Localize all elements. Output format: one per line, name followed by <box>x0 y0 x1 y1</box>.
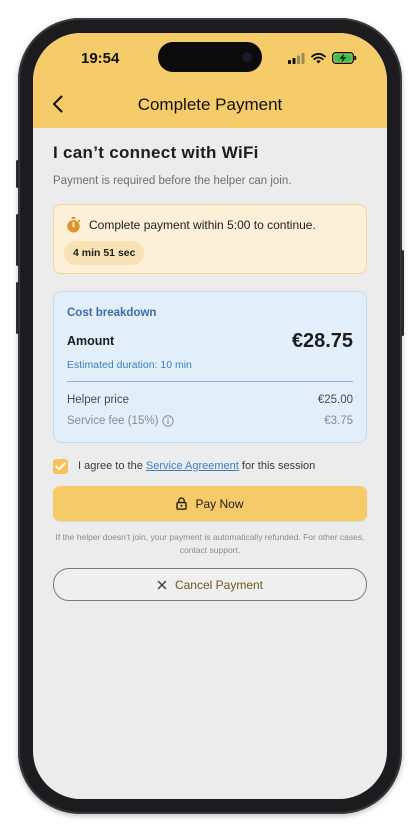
pay-now-button[interactable]: Pay Now <box>53 486 367 521</box>
wifi-icon <box>311 52 326 63</box>
helper-price-value: €25.00 <box>317 394 353 406</box>
status-time: 19:54 <box>81 50 120 67</box>
timer-card: Complete payment within 5:00 to continue… <box>53 204 367 274</box>
service-agreement-link[interactable]: Service Agreement <box>146 460 239 472</box>
service-fee-label: Service fee (15%) <box>67 415 159 427</box>
status-icons <box>288 52 357 64</box>
close-icon <box>157 580 167 589</box>
battery-charging-icon <box>332 52 357 64</box>
agreement-suffix: for this session <box>241 460 316 472</box>
estimated-duration: Estimated duration: 10 min <box>67 359 192 371</box>
agreement-prefix: I agree to the <box>78 460 143 472</box>
volume-down-button <box>16 282 19 334</box>
camera-icon <box>242 52 252 62</box>
amount-value: €28.75 <box>291 330 353 352</box>
app-screen: 19:54 Complete Payment I can’t connect w… <box>33 33 387 799</box>
page-title: Complete Payment <box>137 95 283 114</box>
header: 19:54 Complete Payment <box>33 33 387 128</box>
lock-icon <box>176 497 188 510</box>
power-button <box>401 250 404 336</box>
refund-note: If the helper doesn’t join, your payment… <box>55 532 365 555</box>
timer-row: Complete payment within 5:00 to continue… <box>66 217 316 233</box>
cost-breakdown-heading: Cost breakdown <box>67 307 157 319</box>
timer-message: Complete payment within 5:00 to continue… <box>89 218 316 232</box>
dynamic-island <box>158 42 262 72</box>
countdown-badge: 4 min 51 sec <box>64 241 145 265</box>
info-icon[interactable] <box>162 415 175 427</box>
agreement-row: I agree to the Service Agreement for thi… <box>53 456 367 476</box>
service-fee-row: Service fee (15%) <box>67 415 175 427</box>
cost-divider <box>67 381 353 382</box>
agreement-checkbox[interactable] <box>53 458 68 474</box>
stopwatch-icon <box>67 217 81 233</box>
cancel-payment-label: Cancel Payment <box>174 577 264 592</box>
helper-price-label: Helper price <box>67 394 129 406</box>
amount-label: Amount <box>67 334 115 348</box>
issue-subtitle: Payment is required before the helper ca… <box>53 175 292 187</box>
cancel-payment-button[interactable]: Cancel Payment <box>53 568 367 601</box>
payment-content: I can’t connect with WiFi Payment is req… <box>53 143 367 601</box>
signal-icon <box>288 52 305 64</box>
cost-breakdown-card: Cost breakdown Amount €28.75 Estimated d… <box>53 291 367 443</box>
silent-switch <box>16 160 19 188</box>
service-fee-value: €3.75 <box>324 415 353 427</box>
pay-now-label: Pay Now <box>195 496 244 511</box>
issue-title: I can’t connect with WiFi <box>53 143 259 162</box>
check-icon <box>55 461 66 470</box>
agreement-text: I agree to the Service Agreement for thi… <box>78 460 315 472</box>
volume-up-button <box>16 214 19 266</box>
